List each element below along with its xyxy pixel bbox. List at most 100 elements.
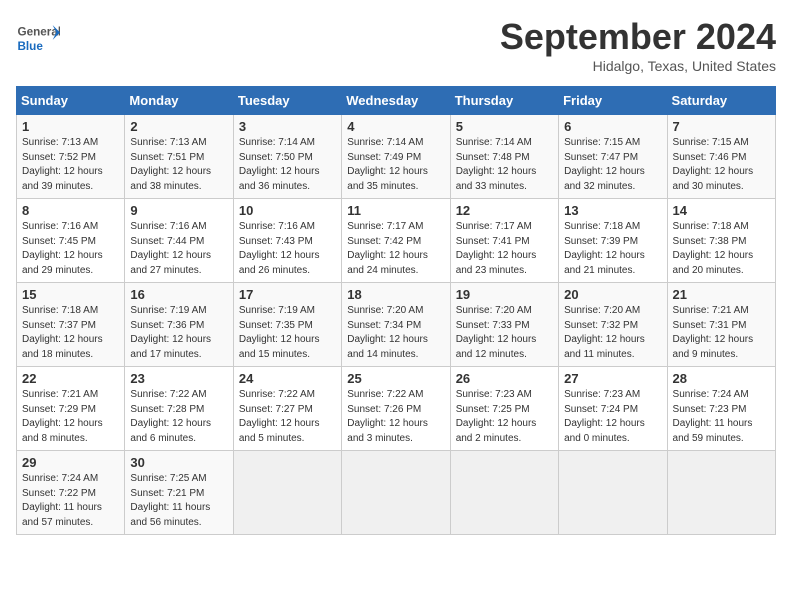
day-info: Sunrise: 7:14 AMSunset: 7:49 PMDaylight:… xyxy=(347,137,428,192)
weekday-header-row: SundayMondayTuesdayWednesdayThursdayFrid… xyxy=(17,87,776,115)
day-info: Sunrise: 7:20 AMSunset: 7:32 PMDaylight:… xyxy=(564,305,645,360)
calendar-day-cell: 19 Sunrise: 7:20 AMSunset: 7:33 PMDaylig… xyxy=(450,283,558,367)
day-number: 9 xyxy=(130,203,227,218)
day-number: 11 xyxy=(347,203,444,218)
calendar-day-cell: 29 Sunrise: 7:24 AMSunset: 7:22 PMDaylig… xyxy=(17,451,125,535)
calendar-day-cell: 10 Sunrise: 7:16 AMSunset: 7:43 PMDaylig… xyxy=(233,199,341,283)
weekday-header-thursday: Thursday xyxy=(450,87,558,115)
day-number: 14 xyxy=(673,203,770,218)
weekday-header-friday: Friday xyxy=(559,87,667,115)
calendar-day-cell xyxy=(342,451,450,535)
day-number: 19 xyxy=(456,287,553,302)
calendar-day-cell: 8 Sunrise: 7:16 AMSunset: 7:45 PMDayligh… xyxy=(17,199,125,283)
calendar-day-cell: 2 Sunrise: 7:13 AMSunset: 7:51 PMDayligh… xyxy=(125,115,233,199)
day-info: Sunrise: 7:23 AMSunset: 7:24 PMDaylight:… xyxy=(564,389,645,444)
day-info: Sunrise: 7:19 AMSunset: 7:36 PMDaylight:… xyxy=(130,305,211,360)
calendar-day-cell: 21 Sunrise: 7:21 AMSunset: 7:31 PMDaylig… xyxy=(667,283,775,367)
day-info: Sunrise: 7:15 AMSunset: 7:47 PMDaylight:… xyxy=(564,137,645,192)
calendar-day-cell: 28 Sunrise: 7:24 AMSunset: 7:23 PMDaylig… xyxy=(667,367,775,451)
day-info: Sunrise: 7:16 AMSunset: 7:45 PMDaylight:… xyxy=(22,221,103,276)
day-number: 29 xyxy=(22,455,119,470)
day-number: 7 xyxy=(673,119,770,134)
calendar-subtitle: Hidalgo, Texas, United States xyxy=(500,58,776,74)
day-info: Sunrise: 7:19 AMSunset: 7:35 PMDaylight:… xyxy=(239,305,320,360)
day-info: Sunrise: 7:22 AMSunset: 7:28 PMDaylight:… xyxy=(130,389,211,444)
svg-text:General: General xyxy=(17,25,60,38)
day-number: 18 xyxy=(347,287,444,302)
calendar-week-row: 1 Sunrise: 7:13 AMSunset: 7:52 PMDayligh… xyxy=(17,115,776,199)
day-number: 22 xyxy=(22,371,119,386)
calendar-day-cell: 15 Sunrise: 7:18 AMSunset: 7:37 PMDaylig… xyxy=(17,283,125,367)
calendar-day-cell: 1 Sunrise: 7:13 AMSunset: 7:52 PMDayligh… xyxy=(17,115,125,199)
day-number: 30 xyxy=(130,455,227,470)
day-info: Sunrise: 7:24 AMSunset: 7:22 PMDaylight:… xyxy=(22,473,102,528)
day-number: 15 xyxy=(22,287,119,302)
logo: General Blue xyxy=(16,16,60,60)
calendar-day-cell: 5 Sunrise: 7:14 AMSunset: 7:48 PMDayligh… xyxy=(450,115,558,199)
calendar-day-cell: 24 Sunrise: 7:22 AMSunset: 7:27 PMDaylig… xyxy=(233,367,341,451)
calendar-day-cell: 12 Sunrise: 7:17 AMSunset: 7:41 PMDaylig… xyxy=(450,199,558,283)
day-number: 8 xyxy=(22,203,119,218)
day-number: 16 xyxy=(130,287,227,302)
day-info: Sunrise: 7:15 AMSunset: 7:46 PMDaylight:… xyxy=(673,137,754,192)
day-info: Sunrise: 7:20 AMSunset: 7:33 PMDaylight:… xyxy=(456,305,537,360)
calendar-day-cell: 6 Sunrise: 7:15 AMSunset: 7:47 PMDayligh… xyxy=(559,115,667,199)
weekday-header-monday: Monday xyxy=(125,87,233,115)
day-info: Sunrise: 7:24 AMSunset: 7:23 PMDaylight:… xyxy=(673,389,753,444)
calendar-title: September 2024 xyxy=(500,16,776,58)
calendar-week-row: 8 Sunrise: 7:16 AMSunset: 7:45 PMDayligh… xyxy=(17,199,776,283)
svg-text:Blue: Blue xyxy=(17,40,43,53)
calendar-day-cell: 4 Sunrise: 7:14 AMSunset: 7:49 PMDayligh… xyxy=(342,115,450,199)
day-info: Sunrise: 7:23 AMSunset: 7:25 PMDaylight:… xyxy=(456,389,537,444)
day-number: 26 xyxy=(456,371,553,386)
calendar-week-row: 29 Sunrise: 7:24 AMSunset: 7:22 PMDaylig… xyxy=(17,451,776,535)
weekday-header-sunday: Sunday xyxy=(17,87,125,115)
day-number: 27 xyxy=(564,371,661,386)
day-number: 2 xyxy=(130,119,227,134)
day-number: 13 xyxy=(564,203,661,218)
day-number: 20 xyxy=(564,287,661,302)
calendar-day-cell: 22 Sunrise: 7:21 AMSunset: 7:29 PMDaylig… xyxy=(17,367,125,451)
weekday-header-saturday: Saturday xyxy=(667,87,775,115)
calendar-day-cell: 16 Sunrise: 7:19 AMSunset: 7:36 PMDaylig… xyxy=(125,283,233,367)
calendar-day-cell: 25 Sunrise: 7:22 AMSunset: 7:26 PMDaylig… xyxy=(342,367,450,451)
calendar-day-cell: 14 Sunrise: 7:18 AMSunset: 7:38 PMDaylig… xyxy=(667,199,775,283)
day-info: Sunrise: 7:25 AMSunset: 7:21 PMDaylight:… xyxy=(130,473,210,528)
logo-icon: General Blue xyxy=(16,16,60,60)
weekday-header-wednesday: Wednesday xyxy=(342,87,450,115)
day-info: Sunrise: 7:14 AMSunset: 7:48 PMDaylight:… xyxy=(456,137,537,192)
day-number: 28 xyxy=(673,371,770,386)
day-info: Sunrise: 7:18 AMSunset: 7:39 PMDaylight:… xyxy=(564,221,645,276)
calendar-day-cell: 20 Sunrise: 7:20 AMSunset: 7:32 PMDaylig… xyxy=(559,283,667,367)
day-number: 17 xyxy=(239,287,336,302)
day-info: Sunrise: 7:21 AMSunset: 7:31 PMDaylight:… xyxy=(673,305,754,360)
day-number: 6 xyxy=(564,119,661,134)
day-info: Sunrise: 7:13 AMSunset: 7:51 PMDaylight:… xyxy=(130,137,211,192)
calendar-day-cell: 23 Sunrise: 7:22 AMSunset: 7:28 PMDaylig… xyxy=(125,367,233,451)
day-number: 4 xyxy=(347,119,444,134)
day-info: Sunrise: 7:17 AMSunset: 7:42 PMDaylight:… xyxy=(347,221,428,276)
calendar-day-cell: 11 Sunrise: 7:17 AMSunset: 7:42 PMDaylig… xyxy=(342,199,450,283)
calendar-day-cell: 30 Sunrise: 7:25 AMSunset: 7:21 PMDaylig… xyxy=(125,451,233,535)
calendar-day-cell: 17 Sunrise: 7:19 AMSunset: 7:35 PMDaylig… xyxy=(233,283,341,367)
day-number: 23 xyxy=(130,371,227,386)
day-info: Sunrise: 7:18 AMSunset: 7:37 PMDaylight:… xyxy=(22,305,103,360)
calendar-day-cell: 18 Sunrise: 7:20 AMSunset: 7:34 PMDaylig… xyxy=(342,283,450,367)
day-info: Sunrise: 7:16 AMSunset: 7:43 PMDaylight:… xyxy=(239,221,320,276)
title-area: September 2024 Hidalgo, Texas, United St… xyxy=(500,16,776,74)
calendar-day-cell xyxy=(233,451,341,535)
day-info: Sunrise: 7:22 AMSunset: 7:26 PMDaylight:… xyxy=(347,389,428,444)
page-header: General Blue September 2024 Hidalgo, Tex… xyxy=(16,16,776,74)
day-number: 24 xyxy=(239,371,336,386)
day-number: 21 xyxy=(673,287,770,302)
calendar-day-cell: 9 Sunrise: 7:16 AMSunset: 7:44 PMDayligh… xyxy=(125,199,233,283)
calendar-day-cell: 26 Sunrise: 7:23 AMSunset: 7:25 PMDaylig… xyxy=(450,367,558,451)
day-info: Sunrise: 7:14 AMSunset: 7:50 PMDaylight:… xyxy=(239,137,320,192)
weekday-header-tuesday: Tuesday xyxy=(233,87,341,115)
day-number: 5 xyxy=(456,119,553,134)
calendar-day-cell xyxy=(667,451,775,535)
day-info: Sunrise: 7:22 AMSunset: 7:27 PMDaylight:… xyxy=(239,389,320,444)
calendar-week-row: 22 Sunrise: 7:21 AMSunset: 7:29 PMDaylig… xyxy=(17,367,776,451)
calendar-day-cell: 13 Sunrise: 7:18 AMSunset: 7:39 PMDaylig… xyxy=(559,199,667,283)
day-number: 12 xyxy=(456,203,553,218)
